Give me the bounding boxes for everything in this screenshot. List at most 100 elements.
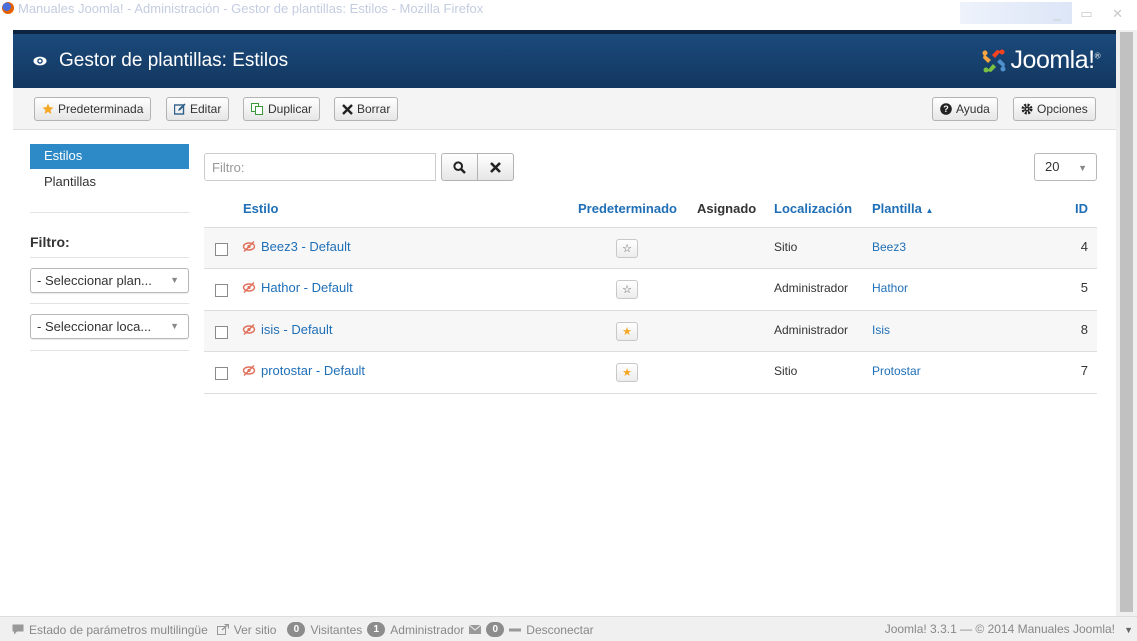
close-icon [490,161,501,173]
joomla-logo-text: Joomla!® [1010,46,1101,74]
location-cell: Sitio [774,364,798,378]
location-filter-select[interactable]: - Seleccionar loca... ▼ [30,314,189,339]
row-checkbox[interactable] [215,243,228,256]
search-input[interactable] [204,153,436,181]
chevron-down-icon: ▼ [170,275,179,285]
window-controls[interactable]: _ ▭ ✕ [1053,6,1131,22]
filter-heading: Filtro: [30,234,70,250]
chevron-down-icon[interactable]: ▼ [1124,625,1133,635]
column-id[interactable]: ID [1075,201,1088,216]
svg-text:?: ? [943,104,949,114]
table-row: Beez3 - Default ☆ Sitio Beez3 4 [204,227,1097,269]
template-filter-select[interactable]: - Seleccionar plan... ▼ [30,268,189,293]
style-name-link[interactable]: protostar - Default [242,363,365,378]
sidebar-item-templates[interactable]: Plantillas [30,174,189,189]
footer-version: Joomla! 3.3.1 — © 2014 Manuales Joomla! [884,622,1115,636]
view-site-link[interactable]: Ver sitio [234,623,277,637]
help-label: Ayuda [956,102,990,116]
edit-button[interactable]: Editar [166,97,230,121]
options-label: Opciones [1037,102,1088,116]
row-checkbox[interactable] [215,284,228,297]
location-filter-value: - Seleccionar loca... [37,319,152,334]
joomla-logo[interactable]: Joomla!® [981,46,1101,75]
eye-slash-icon [242,241,256,252]
template-link[interactable]: Isis [872,323,890,337]
scrollbar-thumb[interactable] [1120,32,1133,612]
location-cell: Administrador [774,323,849,337]
eye-icon [33,56,47,66]
list-limit-value: 20 [1045,159,1060,174]
column-assigned: Asignado [697,201,757,216]
set-default-button[interactable]: Predeterminada [34,97,152,121]
default-star-icon[interactable]: ★ [616,363,638,382]
help-icon: ? [940,103,952,115]
gear-icon [1021,103,1033,115]
chevron-down-icon: ▼ [1078,163,1087,173]
help-button[interactable]: ? Ayuda [932,97,998,121]
page-header: Gestor de plantillas: Estilos Joomla!® [13,30,1116,88]
toolbar: Predeterminada Editar Duplicar Borrar ? … [13,88,1116,130]
clear-search-button[interactable] [477,153,514,181]
external-link-icon [216,624,229,635]
minus-icon [509,628,522,631]
location-cell: Sitio [774,240,798,254]
id-cell: 8 [1080,322,1088,337]
template-link[interactable]: Hathor [872,281,908,295]
sort-ascending-icon: ▲ [925,206,934,215]
visitors-label: Visitantes [310,622,363,637]
style-name-link[interactable]: isis - Default [242,322,333,337]
logout-link[interactable]: Desconectar [526,623,593,637]
edit-icon [174,103,186,115]
column-template[interactable]: Plantilla ▲ [872,201,933,216]
set-default-toggle[interactable]: ☆ [616,280,638,299]
location-cell: Administrador [774,281,849,295]
status-bar: Estado de parámetros multilingüe Ver sit… [0,616,1137,641]
page-scrollbar[interactable] [1116,30,1137,616]
template-link[interactable]: Beez3 [872,240,906,254]
table-bottom-border [204,393,1097,394]
set-default-label: Predeterminada [58,102,144,116]
search-icon [453,160,466,174]
eye-slash-icon [242,282,256,293]
chevron-down-icon: ▼ [170,321,179,331]
joomla-logo-icon [982,49,1006,72]
column-location[interactable]: Localización [774,201,852,216]
column-style[interactable]: Estilo [243,201,278,216]
delete-icon [342,103,353,115]
sidebar-item-styles[interactable]: Estilos [30,144,189,169]
id-cell: 5 [1080,280,1088,295]
duplicate-button[interactable]: Duplicar [243,97,321,121]
options-button[interactable]: Opciones [1013,97,1096,121]
admins-count-badge: 1 [367,622,386,637]
eye-slash-icon [242,365,256,376]
envelope-icon [469,625,482,634]
sidebar-divider [30,350,189,351]
id-cell: 7 [1080,363,1088,378]
style-name-link[interactable]: Beez3 - Default [242,239,351,254]
set-default-toggle[interactable]: ☆ [616,239,638,258]
delete-button[interactable]: Borrar [334,97,399,121]
search-button[interactable] [441,153,478,181]
table-row: isis - Default ★ Administrador Isis 8 [204,310,1097,352]
row-checkbox[interactable] [215,367,228,380]
sidebar-divider [30,303,189,304]
list-limit-select[interactable]: 20 ▼ [1034,153,1097,181]
multilang-status-link[interactable]: Estado de parámetros multilingüe [29,623,208,637]
table-header: Estilo Predeterminado Asignado Localizac… [204,196,1097,226]
default-star-icon[interactable]: ★ [616,322,638,341]
template-filter-value: - Seleccionar plan... [37,273,152,288]
table-row: protostar - Default ★ Sitio Protostar 7 [204,351,1097,393]
window-title: Manuales Joomla! - Administración - Gest… [18,0,484,16]
delete-label: Borrar [357,102,391,116]
page-title: Gestor de plantillas: Estilos [59,50,289,71]
column-default[interactable]: Predeterminado [578,201,677,216]
style-name-link[interactable]: Hathor - Default [242,280,353,295]
row-checkbox[interactable] [215,326,228,339]
eye-slash-icon [242,324,256,335]
messages-count-badge[interactable]: 0 [486,622,505,637]
duplicate-label: Duplicar [268,102,313,116]
id-cell: 4 [1080,239,1088,254]
template-link[interactable]: Protostar [872,364,921,378]
table-row: Hathor - Default ☆ Administrador Hathor … [204,268,1097,310]
firefox-icon [2,2,14,14]
